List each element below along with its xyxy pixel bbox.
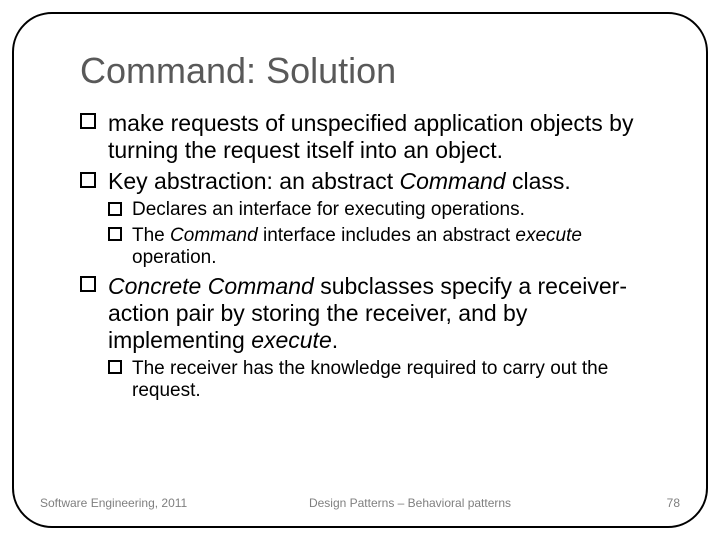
bullet-text-post: operation.: [132, 247, 217, 268]
bullet-text: The receiver has the knowledge required …: [132, 358, 608, 401]
footer-page-number: 78: [620, 496, 680, 510]
subbullet-command-interface: The Command interface includes an abstra…: [80, 225, 670, 270]
square-bullet-icon: [108, 360, 122, 374]
square-bullet-icon: [80, 113, 96, 129]
footer-center: Design Patterns – Behavioral patterns: [200, 496, 620, 510]
bullet-text-pre: The: [132, 225, 170, 246]
bullet-text-em1: Command: [170, 225, 258, 246]
bullet-text-mid: interface includes an abstract: [258, 225, 516, 246]
slide-footer: Software Engineering, 2011 Design Patter…: [40, 496, 680, 510]
subbullet-declares-interface: Declares an interface for executing oper…: [80, 199, 670, 221]
bullet-text-post: .: [332, 327, 338, 353]
square-bullet-icon: [80, 172, 96, 188]
footer-left: Software Engineering, 2011: [40, 496, 200, 510]
bullet-text-em2: execute: [515, 225, 582, 246]
bullet-concrete-command: Concrete Command subclasses specify a re…: [80, 273, 670, 354]
subbullet-receiver-knowledge: The receiver has the knowledge required …: [80, 358, 670, 403]
bullet-key-abstraction: Key abstraction: an abstract Command cla…: [80, 168, 670, 195]
bullet-text-em1: Concrete Command: [108, 273, 314, 299]
bullet-text-em2: execute: [251, 327, 332, 353]
slide-title: Command: Solution: [80, 50, 670, 92]
bullet-text-pre: Key abstraction: an abstract: [108, 168, 400, 194]
bullet-text-post: class.: [506, 168, 571, 194]
square-bullet-icon: [80, 276, 96, 292]
bullet-make-requests: make requests of unspecified application…: [80, 110, 670, 164]
bullet-text: Declares an interface for executing oper…: [132, 199, 525, 220]
slide: Command: Solution make requests of unspe…: [0, 0, 720, 540]
slide-content: Command: Solution make requests of unspe…: [80, 50, 670, 406]
bullet-text: make requests of unspecified application…: [108, 110, 633, 163]
square-bullet-icon: [108, 202, 122, 216]
bullet-text-em: Command: [400, 168, 506, 194]
square-bullet-icon: [108, 227, 122, 241]
